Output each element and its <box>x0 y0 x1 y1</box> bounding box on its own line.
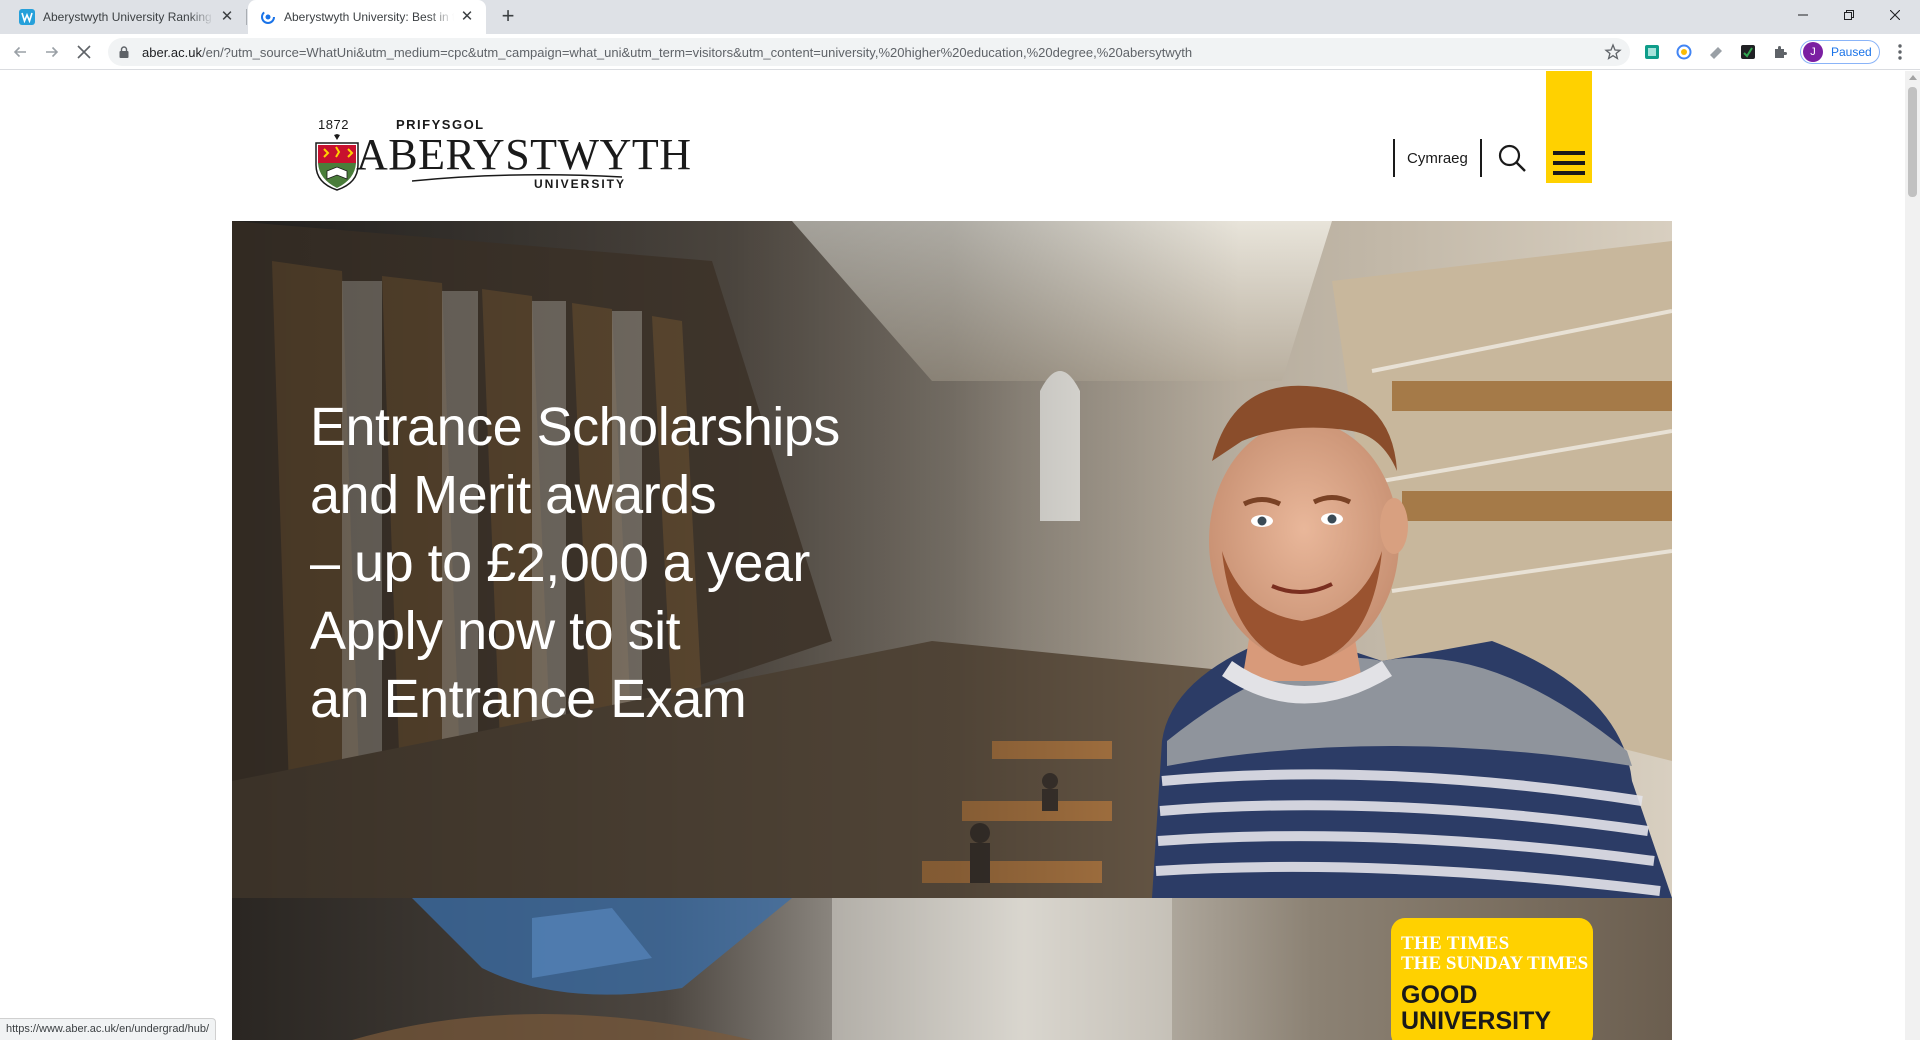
times-good-university-guide-badge: THE TIMES THE SUNDAY TIMES GOOD UNIVERSI… <box>1391 918 1593 1040</box>
profile-status: Paused <box>1831 45 1872 59</box>
second-banner[interactable]: THE TIMES THE SUNDAY TIMES GOOD UNIVERSI… <box>232 898 1672 1040</box>
tab-separator <box>246 9 247 25</box>
avatar: J <box>1803 42 1823 62</box>
tab-title: Aberystwyth University Ranking & <box>43 10 214 24</box>
header-actions: Cymraeg <box>1393 139 1532 177</box>
extension-2-icon[interactable] <box>1674 42 1694 62</box>
browser-toolbar: aber.ac.uk/en/?utm_source=WhatUni&utm_me… <box>0 34 1920 70</box>
extension-3-icon[interactable] <box>1706 42 1726 62</box>
page-viewport: 1872 PRIFYSGOL ABERYSTWYTH UNIVERSITY Cy… <box>0 71 1905 1040</box>
hero-line: – up to £2,000 a year <box>310 533 810 593</box>
tab-aberystwyth-best[interactable]: Aberystwyth University: Best in th ✕ <box>248 0 486 34</box>
crest-shield-icon <box>315 134 359 191</box>
extension-4-icon[interactable] <box>1738 42 1758 62</box>
badge-sunday-times: THE SUNDAY TIMES <box>1401 953 1589 974</box>
close-window-icon[interactable] <box>1872 0 1918 30</box>
tab-close-icon[interactable]: ✕ <box>218 8 236 26</box>
tab-title: Aberystwyth University: Best in th <box>284 10 454 24</box>
new-tab-button[interactable]: + <box>496 5 520 29</box>
hero-banner[interactable]: Entrance Scholarships and Merit awards –… <box>232 221 1672 898</box>
url-path: /en/?utm_source=WhatUni&utm_medium=cpc&u… <box>202 44 1193 60</box>
tab-close-icon[interactable]: ✕ <box>458 8 476 26</box>
loading-spinner-icon <box>260 9 276 25</box>
hero-line: Entrance Scholarships <box>310 397 840 457</box>
bookmark-star-icon[interactable] <box>1604 43 1622 61</box>
whatuni-favicon-icon <box>19 9 35 25</box>
extensions-puzzle-icon[interactable] <box>1770 42 1790 62</box>
search-icon[interactable] <box>1492 139 1532 177</box>
more-options-icon[interactable] <box>1890 42 1910 62</box>
tab-aberystwyth-ranking[interactable]: Aberystwyth University Ranking & ✕ <box>8 0 246 34</box>
page-scrollbar[interactable] <box>1905 71 1920 1040</box>
minimize-window-icon[interactable] <box>1780 0 1826 30</box>
menu-bar <box>1553 161 1585 165</box>
badge-good: GOOD <box>1401 981 1478 1009</box>
welsh-language-link[interactable]: Cymraeg <box>1395 150 1480 167</box>
url-domain: aber.ac.uk <box>142 44 202 60</box>
hero-line: an Entrance Exam <box>310 669 747 729</box>
scroll-up-arrow-icon[interactable] <box>1909 75 1917 80</box>
forward-arrow-icon[interactable] <box>40 40 64 64</box>
badge-times: THE TIMES <box>1401 933 1510 954</box>
hero-line: and Merit awards <box>310 465 717 525</box>
lock-icon[interactable] <box>116 44 132 60</box>
link-status-bubble: https://www.aber.ac.uk/en/undergrad/hub/ <box>0 1018 217 1040</box>
site-header: 1872 PRIFYSGOL ABERYSTWYTH UNIVERSITY Cy… <box>232 71 1672 221</box>
logo-year: 1872 <box>318 117 349 132</box>
menu-bar <box>1553 151 1585 155</box>
university-logo[interactable]: 1872 PRIFYSGOL ABERYSTWYTH UNIVERSITY <box>312 117 691 195</box>
profile-button[interactable]: J Paused <box>1800 40 1880 64</box>
address-bar[interactable]: aber.ac.uk/en/?utm_source=WhatUni&utm_me… <box>108 38 1630 66</box>
url-text: aber.ac.uk/en/?utm_source=WhatUni&utm_me… <box>142 45 1192 60</box>
hamburger-menu-icon[interactable] <box>1546 71 1592 183</box>
browser-tab-strip: Aberystwyth University Ranking & ✕ Abery… <box>0 0 1920 34</box>
hero-headline[interactable]: Entrance Scholarships and Merit awards –… <box>310 393 1010 733</box>
extension-1-icon[interactable] <box>1642 42 1662 62</box>
header-divider <box>1479 139 1482 177</box>
badge-university: UNIVERSITY <box>1401 1007 1552 1035</box>
restore-window-icon[interactable] <box>1826 0 1872 30</box>
stop-loading-icon[interactable] <box>72 40 96 64</box>
logo-university: UNIVERSITY <box>534 177 627 191</box>
hero-line: Apply now to sit <box>310 601 681 661</box>
site-container: 1872 PRIFYSGOL ABERYSTWYTH UNIVERSITY Cy… <box>232 71 1672 1040</box>
back-arrow-icon[interactable] <box>8 40 32 64</box>
scrollbar-thumb[interactable] <box>1908 87 1917 197</box>
menu-bar <box>1553 171 1585 175</box>
